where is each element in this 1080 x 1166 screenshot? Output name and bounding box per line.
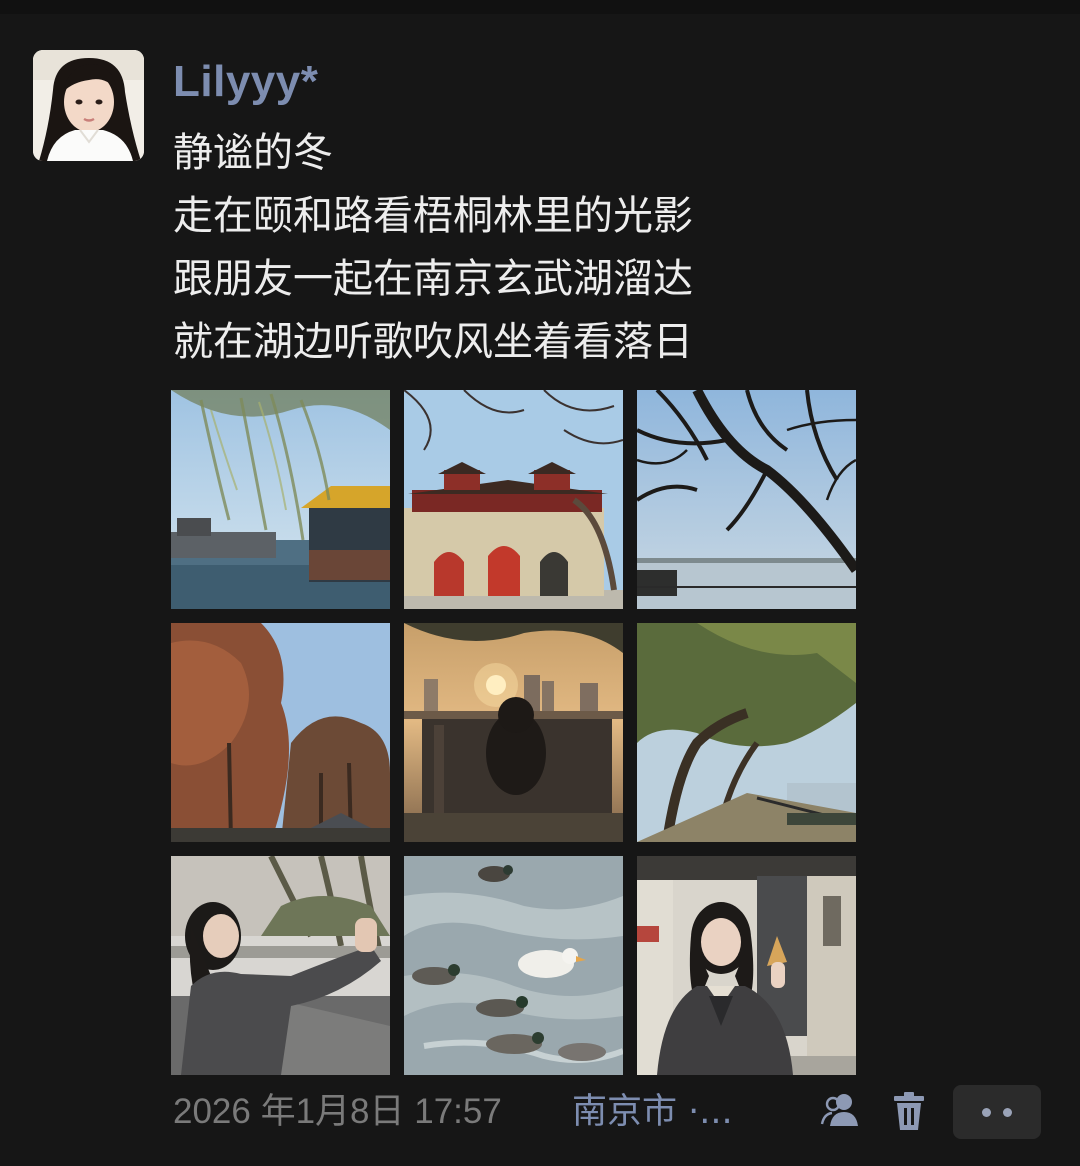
post-timestamp: 2026 年1月8日 17:57 (173, 1092, 502, 1131)
post-line: 走在颐和路看梧桐林里的光影 (173, 193, 693, 239)
photo-thumbnail[interactable] (171, 623, 390, 842)
more-dots-icon (982, 1108, 991, 1117)
post-text: 静谧的冬 走在颐和路看梧桐林里的光影 跟朋友一起在南京玄武湖溜达 就在湖边听歌吹… (173, 122, 873, 374)
avatar-photo (33, 50, 144, 161)
status-bar-edge (0, 0, 1080, 14)
post-location[interactable]: 南京市 ·... (572, 1086, 733, 1138)
photo-thumbnail[interactable] (171, 390, 390, 609)
photo-thumbnail[interactable] (171, 856, 390, 1075)
post-line: 就在湖边听歌吹风坐着看落日 (173, 319, 693, 365)
photo-thumbnail[interactable] (404, 390, 623, 609)
photo-thumbnail[interactable] (404, 623, 623, 842)
photo-thumbnail[interactable] (637, 856, 856, 1075)
photo-thumbnail[interactable] (637, 390, 856, 609)
photo-thumbnail[interactable] (404, 856, 623, 1075)
photo-grid (171, 390, 857, 1076)
photo-thumbnail[interactable] (637, 623, 856, 842)
more-dots-icon (1003, 1108, 1012, 1117)
avatar[interactable] (33, 50, 144, 161)
friends-icon[interactable] (818, 1088, 864, 1134)
post-line: 静谧的冬 (173, 130, 333, 176)
post-line: 跟朋友一起在南京玄武湖溜达 (173, 256, 693, 302)
trash-icon[interactable] (886, 1088, 932, 1134)
more-button[interactable] (953, 1085, 1041, 1139)
username[interactable]: Lilyyy* (173, 52, 318, 112)
